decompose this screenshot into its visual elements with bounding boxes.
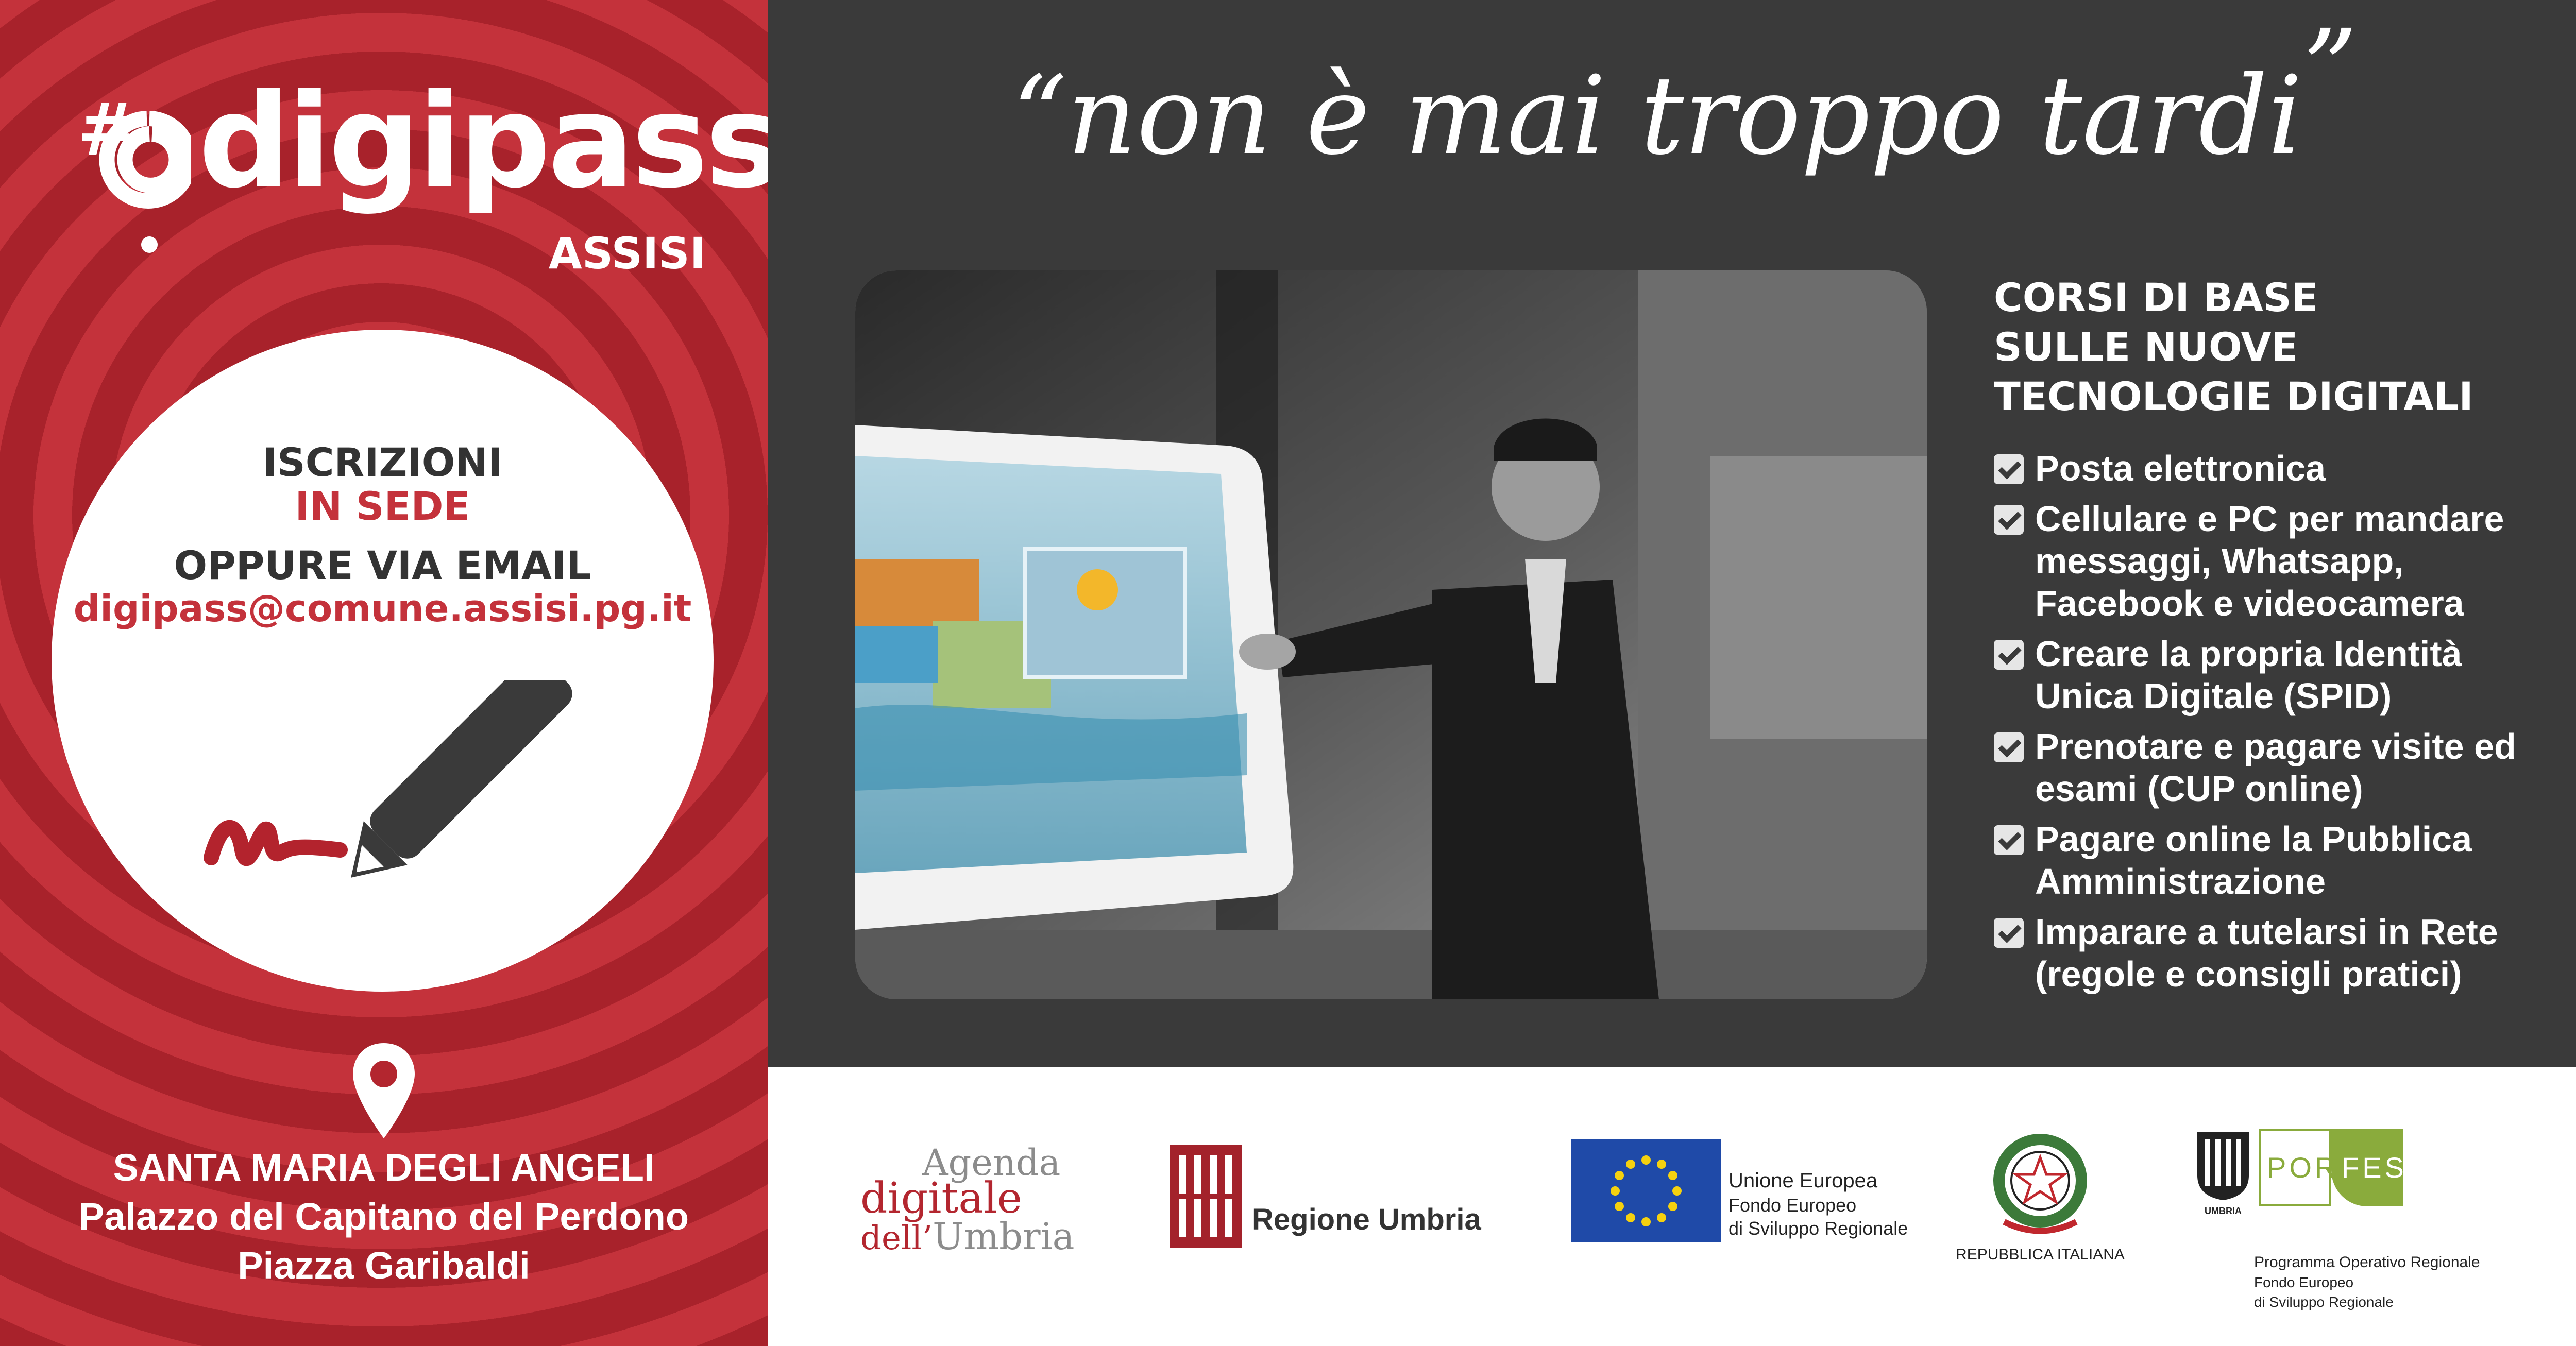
checkbox-icon xyxy=(1994,505,2024,535)
eu-flag-icon xyxy=(1571,1139,1721,1242)
courses-title-1: CORSI DI BASE xyxy=(1994,275,2318,320)
eu-line-1: Unione Europea xyxy=(1728,1169,1878,1192)
quote-close-mark: ” xyxy=(2302,6,2358,132)
quote-text: non è mai troppo tardi xyxy=(1067,53,2302,179)
logo-city: ASSISI xyxy=(548,228,706,279)
eu-line-3: di Sviluppo Regionale xyxy=(1728,1218,1908,1239)
list-item: Imparare a tutelarsi in Rete (regole e c… xyxy=(1994,911,2561,995)
signup-line-2: IN SEDE xyxy=(295,483,470,529)
eu-line-2: Fondo Europeo xyxy=(1728,1195,1857,1216)
signup-line-3: OPPURE VIA EMAIL xyxy=(174,542,591,588)
hashtag-pin-icon: # xyxy=(77,98,191,253)
checkbox-icon xyxy=(1994,918,2024,948)
courses-title-2: SULLE NUOVE xyxy=(1994,324,2298,370)
location-pin-icon xyxy=(353,1043,415,1138)
digipass-logo: # digipass ASSISI xyxy=(72,77,768,294)
italian-emblem-icon xyxy=(1993,1134,2087,1234)
address-line-2: Palazzo del Capitano del Perdono xyxy=(78,1195,689,1238)
checkbox-icon xyxy=(1994,454,2024,484)
por-fesr-logo: UMBRIA POR FESR Programma Operativo Regi… xyxy=(2195,1129,2555,1345)
regione-umbria-emblem-icon xyxy=(1170,1145,1242,1248)
left-panel: # digipass ASSISI ISCRIZIONI IN SEDE OPP… xyxy=(0,0,768,1346)
courses-title-3: TECNOLOGIE DIGITALI xyxy=(1994,373,2473,419)
agenda-digitale-logo: Agenda digitale dell’Umbria xyxy=(860,1141,1075,1258)
list-item: Creare la propria Identità Unica Digital… xyxy=(1994,633,2561,717)
teacher-tablet-photo xyxy=(855,270,1927,999)
list-item: Cellulare e PC per mandare messaggi, Wha… xyxy=(1994,498,2561,624)
checkbox-icon xyxy=(1994,732,2024,762)
quote-headline: “non è mai troppo tardi” xyxy=(938,15,2432,170)
photo-illustration xyxy=(855,270,1927,999)
repubblica-italiana-logo: REPUBBLICA ITALIANA xyxy=(1947,1129,2133,1284)
address-line-3: Piazza Garibaldi xyxy=(238,1244,530,1287)
eu-logo: Unione Europea Fondo Europeo di Sviluppo… xyxy=(1571,1139,1932,1268)
pen-signature-icon xyxy=(204,680,572,878)
quote-open-mark: “ xyxy=(1011,53,1067,179)
address-line-1: SANTA MARIA DEGLI ANGELI xyxy=(113,1146,655,1189)
signup-line-1: ISCRIZIONI xyxy=(262,439,503,485)
courses-panel: CORSI DI BASE SULLE NUOVE TECNOLOGIE DIG… xyxy=(1994,273,2561,1003)
courses-list: Posta elettronica Cellulare e PC per man… xyxy=(1994,447,2561,995)
list-item: Pagare online la Pubblica Amministrazion… xyxy=(1994,818,2561,902)
signup-email-link[interactable]: digipass@comune.assisi.pg.it xyxy=(52,590,714,627)
checkbox-icon xyxy=(1994,640,2024,670)
signup-circle: ISCRIZIONI IN SEDE OPPURE VIA EMAIL digi… xyxy=(52,330,714,992)
logo-wordmark: digipass xyxy=(198,66,768,216)
umbria-emblem-icon xyxy=(2197,1132,2249,1200)
checkbox-icon xyxy=(1994,825,2024,855)
sponsor-footer: Agenda digitale dell’Umbria Regione Umbr… xyxy=(768,1067,2576,1346)
list-item: Prenotare e pagare visite ed esami (CUP … xyxy=(1994,725,2561,810)
list-item: Posta elettronica xyxy=(1994,447,2561,489)
regione-umbria-logo: Regione Umbria xyxy=(1170,1145,1530,1273)
